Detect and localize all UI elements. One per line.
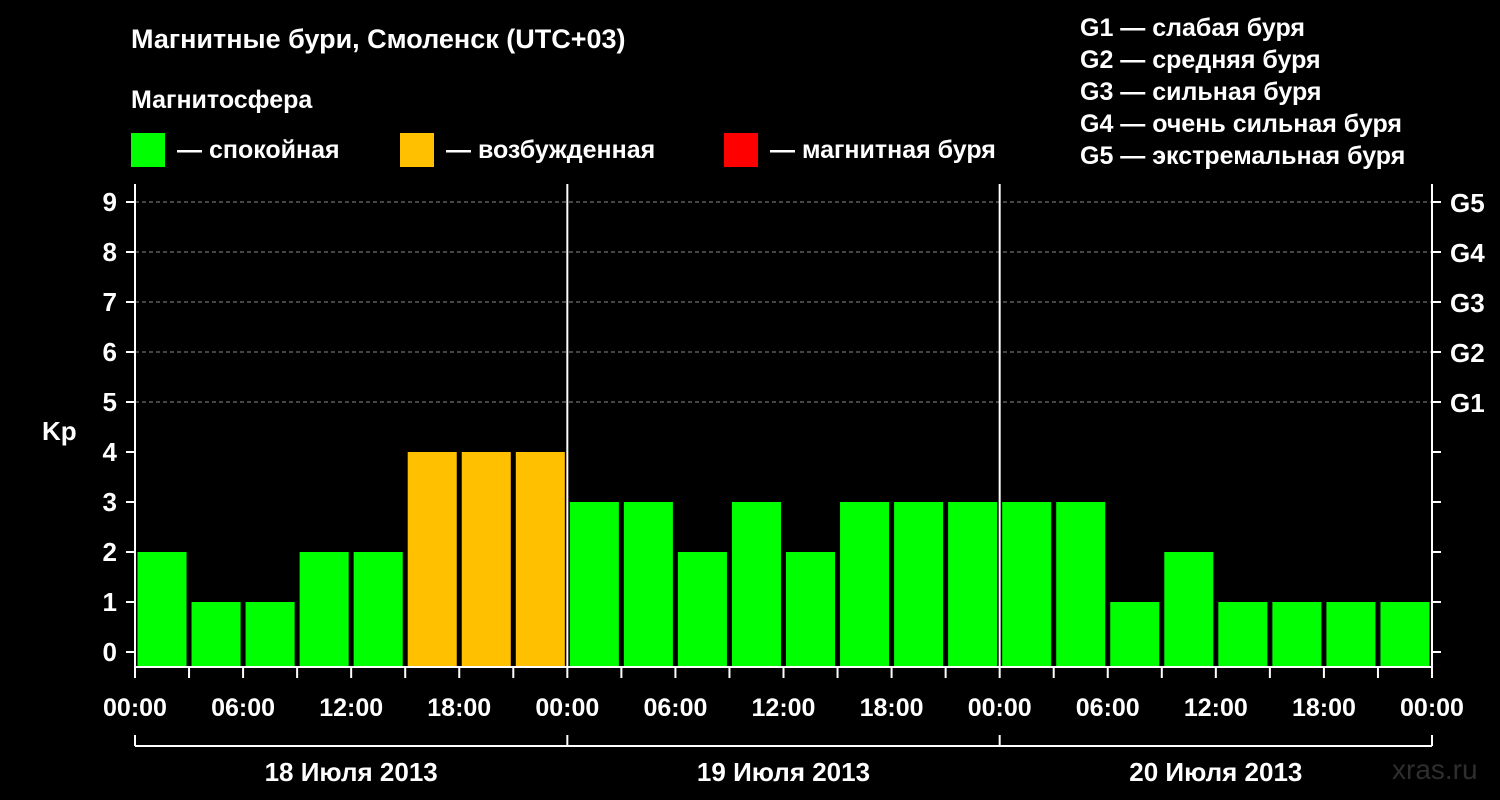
kp-bar xyxy=(1380,602,1430,667)
y-axis-title: Kp xyxy=(42,416,77,446)
x-tick-label: 12:00 xyxy=(752,694,816,722)
y-tick-label: 6 xyxy=(103,337,117,367)
kp-bar xyxy=(191,602,241,667)
kp-bar xyxy=(1002,502,1052,667)
x-tick-label: 00:00 xyxy=(1400,694,1464,722)
kp-bar xyxy=(461,452,511,667)
day-label: 19 Июля 2013 xyxy=(697,757,870,787)
kp-bar xyxy=(353,552,403,667)
x-tick-label: 18:00 xyxy=(860,694,924,722)
x-tick-label: 00:00 xyxy=(968,694,1032,722)
y-tick-label: 8 xyxy=(103,237,117,267)
kp-bar xyxy=(1164,552,1214,667)
kp-bar xyxy=(894,502,944,667)
x-tick-label: 00:00 xyxy=(535,694,599,722)
x-tick-label: 18:00 xyxy=(1292,694,1356,722)
kp-bar xyxy=(569,502,619,667)
kp-bar xyxy=(1056,502,1106,667)
storm-level-label: G5 xyxy=(1450,188,1485,218)
x-tick-label: 06:00 xyxy=(211,694,275,722)
storm-level-label: G3 xyxy=(1450,288,1485,318)
kp-bar xyxy=(1218,602,1268,667)
kp-bar xyxy=(948,502,998,667)
x-tick-label: 12:00 xyxy=(1184,694,1248,722)
y-tick-label: 2 xyxy=(103,537,117,567)
kp-bar xyxy=(137,552,187,667)
kp-bar xyxy=(1272,602,1322,667)
y-tick-label: 4 xyxy=(103,437,118,467)
x-tick-label: 06:00 xyxy=(643,694,707,722)
x-tick-label: 00:00 xyxy=(103,694,167,722)
y-tick-label: 0 xyxy=(103,637,117,667)
storm-level-label: G4 xyxy=(1450,238,1485,268)
y-tick-label: 3 xyxy=(103,487,117,517)
x-tick-label: 18:00 xyxy=(427,694,491,722)
kp-bar xyxy=(623,502,673,667)
kp-bar xyxy=(1326,602,1376,667)
kp-bar xyxy=(677,552,727,667)
day-label: 18 Июля 2013 xyxy=(265,757,438,787)
site-watermark: xras.ru xyxy=(1392,754,1478,785)
y-tick-label: 9 xyxy=(103,187,117,217)
kp-bar xyxy=(731,502,781,667)
kp-bar xyxy=(786,552,836,667)
y-tick-label: 5 xyxy=(103,387,117,417)
kp-bar xyxy=(840,502,890,667)
kp-index-chart: 0 1 2 3 4 5 6 7 8 9 G1 G2 G3 G4 G5 Kp 00:00 06:00 12:00 18:… xyxy=(42,184,1485,787)
kp-bar xyxy=(245,602,295,667)
kp-bar xyxy=(299,552,349,667)
storm-level-label: G1 xyxy=(1450,388,1485,418)
y-tick-label: 7 xyxy=(103,287,117,317)
x-tick-label: 12:00 xyxy=(319,694,383,722)
y-tick-label: 1 xyxy=(103,587,117,617)
kp-bar xyxy=(515,452,565,667)
kp-bar xyxy=(407,452,457,667)
storm-level-label: G2 xyxy=(1450,338,1485,368)
day-label: 20 Июля 2013 xyxy=(1129,757,1302,787)
kp-bar xyxy=(1110,602,1160,667)
x-tick-label: 06:00 xyxy=(1076,694,1140,722)
